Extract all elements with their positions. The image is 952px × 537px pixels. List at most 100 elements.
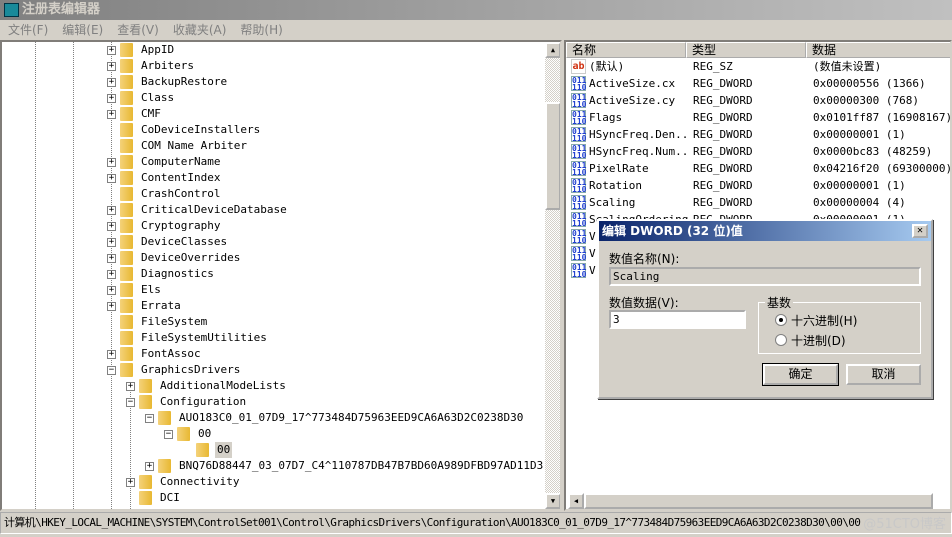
tree-node[interactable]: + Cryptography	[2, 218, 542, 234]
column-header-data[interactable]: 数据	[806, 42, 950, 58]
expand-icon[interactable]: +	[145, 462, 154, 471]
expand-icon[interactable]: +	[107, 286, 116, 295]
tree-node[interactable]: + BackupRestore	[2, 74, 542, 90]
collapse-icon[interactable]: −	[126, 398, 135, 407]
hex-radio[interactable]	[775, 314, 787, 326]
expand-icon[interactable]: +	[107, 62, 116, 71]
tree-node[interactable]: + Diagnostics	[2, 266, 542, 282]
collapse-icon[interactable]: −	[164, 430, 173, 439]
tree-node-label[interactable]: FontAssoc	[139, 346, 203, 362]
tree-node[interactable]: 00	[2, 442, 542, 458]
scroll-down-button[interactable]: ▼	[545, 493, 560, 509]
menu-help[interactable]: 帮助(H)	[232, 20, 288, 40]
tree-node-label[interactable]: 00	[196, 426, 213, 442]
list-horizontal-scrollbar[interactable]: ◀	[568, 493, 933, 509]
value-row[interactable]: 011 110 HSyncFreq.Den... REG_DWORD 0x0000000…	[566, 126, 950, 143]
registry-tree[interactable]: + AppID + Arbiters + BackupRestore + Class + CMF C…	[0, 40, 562, 511]
hex-radio-label[interactable]: 十六进制(H)	[791, 312, 857, 329]
tree-node-label[interactable]: ContentIndex	[139, 170, 222, 186]
tree-node-label[interactable]: Connectivity	[158, 474, 241, 490]
value-row[interactable]: 011 110 Rotation REG_DWORD 0x00000001 (1)	[566, 177, 950, 194]
tree-node[interactable]: + Els	[2, 282, 542, 298]
value-row[interactable]: ab (默认) REG_SZ (数值未设置)	[566, 58, 950, 75]
expand-icon[interactable]: +	[107, 174, 116, 183]
menu-file[interactable]: 文件(F)	[0, 20, 54, 40]
tree-node[interactable]: CoDeviceInstallers	[2, 122, 542, 138]
tree-node-label[interactable]: Errata	[139, 298, 183, 314]
tree-node-label[interactable]: ComputerName	[139, 154, 222, 170]
tree-node-label[interactable]: COM Name Arbiter	[139, 138, 249, 154]
tree-node[interactable]: DCI	[2, 490, 542, 506]
tree-node-label[interactable]: DCI	[158, 490, 182, 506]
menu-edit[interactable]: 编辑(E)	[54, 20, 109, 40]
tree-node[interactable]: COM Name Arbiter	[2, 138, 542, 154]
tree-node-label[interactable]: DeviceOverrides	[139, 250, 242, 266]
expand-icon[interactable]: +	[107, 350, 116, 359]
close-button[interactable]: ✕	[912, 224, 928, 238]
tree-node-label[interactable]: CoDeviceInstallers	[139, 122, 262, 138]
tree-node[interactable]: + DeviceOverrides	[2, 250, 542, 266]
tree-node[interactable]: + AdditionalModeLists	[2, 378, 542, 394]
tree-node[interactable]: − Configuration	[2, 394, 542, 410]
tree-node-label[interactable]: DeviceClasses	[139, 234, 229, 250]
tree-node[interactable]: + ContentIndex	[2, 170, 542, 186]
value-row[interactable]: 011 110 ActiveSize.cx REG_DWORD 0x00000556 (…	[566, 75, 950, 92]
tree-node[interactable]: + Class	[2, 90, 542, 106]
tree-node-label[interactable]: FileSystemUtilities	[139, 330, 269, 346]
menu-view[interactable]: 查看(V)	[109, 20, 165, 40]
tree-node-label[interactable]: AdditionalModeLists	[158, 378, 288, 394]
ok-button[interactable]: 确定	[762, 363, 839, 386]
decimal-radio[interactable]	[775, 334, 787, 346]
expand-icon[interactable]: +	[107, 110, 116, 119]
tree-node[interactable]: − AUO183C0_01_07D9_17^773484D75963EED9CA6…	[2, 410, 542, 426]
tree-node-label[interactable]: CriticalDeviceDatabase	[139, 202, 289, 218]
scroll-thumb[interactable]	[584, 493, 933, 509]
expand-icon[interactable]: +	[107, 222, 116, 231]
scroll-thumb[interactable]	[545, 102, 560, 210]
tree-node-label[interactable]: Arbiters	[139, 58, 196, 74]
tree-node[interactable]: CrashControl	[2, 186, 542, 202]
tree-node[interactable]: + CriticalDeviceDatabase	[2, 202, 542, 218]
tree-node-label[interactable]: GraphicsDrivers	[139, 362, 242, 378]
expand-icon[interactable]: +	[126, 382, 135, 391]
expand-icon[interactable]: +	[107, 46, 116, 55]
tree-node[interactable]: + AppID	[2, 42, 542, 58]
tree-node[interactable]: + Arbiters	[2, 58, 542, 74]
expand-icon[interactable]: +	[107, 254, 116, 263]
tree-node[interactable]: + DeviceClasses	[2, 234, 542, 250]
scroll-up-button[interactable]: ▲	[545, 42, 560, 58]
tree-node-label[interactable]: FileSystem	[139, 314, 209, 330]
tree-node[interactable]: + ComputerName	[2, 154, 542, 170]
decimal-radio-label[interactable]: 十进制(D)	[791, 332, 846, 349]
value-row[interactable]: 011 110 ActiveSize.cy REG_DWORD 0x00000300 (…	[566, 92, 950, 109]
column-header-type[interactable]: 类型	[686, 42, 806, 58]
tree-node-label[interactable]: Class	[139, 90, 176, 106]
value-row[interactable]: 011 110 Scaling REG_DWORD 0x00000004 (4)	[566, 194, 950, 211]
expand-icon[interactable]: +	[107, 270, 116, 279]
tree-node[interactable]: − GraphicsDrivers	[2, 362, 542, 378]
tree-node[interactable]: + BNQ76D88447_03_07D7_C4^110787DB47B7BD60…	[2, 458, 545, 474]
expand-icon[interactable]: +	[107, 78, 116, 87]
menu-favorites[interactable]: 收藏夹(A)	[165, 20, 233, 40]
tree-node-label[interactable]: CrashControl	[139, 186, 222, 202]
tree-node[interactable]: FileSystemUtilities	[2, 330, 542, 346]
tree-node-label[interactable]: BNQ76D88447_03_07D7_C4^110787DB47B7BD60A…	[177, 458, 545, 474]
value-row[interactable]: 011 110 Flags REG_DWORD 0x0101ff87 (16908167…	[566, 109, 950, 126]
cancel-button[interactable]: 取消	[846, 364, 921, 385]
tree-node-label[interactable]: 00	[215, 442, 233, 458]
expand-icon[interactable]: +	[107, 302, 116, 311]
tree-node[interactable]: − 00	[2, 426, 542, 442]
tree-node-label[interactable]: Cryptography	[139, 218, 222, 234]
tree-node-label[interactable]: AUO183C0_01_07D9_17^773484D75963EED9CA6A…	[177, 410, 525, 426]
tree-node[interactable]: FileSystem	[2, 314, 542, 330]
expand-icon[interactable]: +	[107, 158, 116, 167]
tree-node[interactable]: + CMF	[2, 106, 542, 122]
tree-vertical-scrollbar[interactable]: ▲ ▼	[545, 42, 560, 509]
expand-icon[interactable]: +	[107, 206, 116, 215]
value-row[interactable]: 011 110 PixelRate REG_DWORD 0x04216f20 (6930…	[566, 160, 950, 177]
tree-node-label[interactable]: Els	[139, 282, 163, 298]
collapse-icon[interactable]: −	[145, 414, 154, 423]
tree-node[interactable]: + Connectivity	[2, 474, 542, 490]
expand-icon[interactable]: +	[126, 478, 135, 487]
tree-node-label[interactable]: CMF	[139, 106, 163, 122]
